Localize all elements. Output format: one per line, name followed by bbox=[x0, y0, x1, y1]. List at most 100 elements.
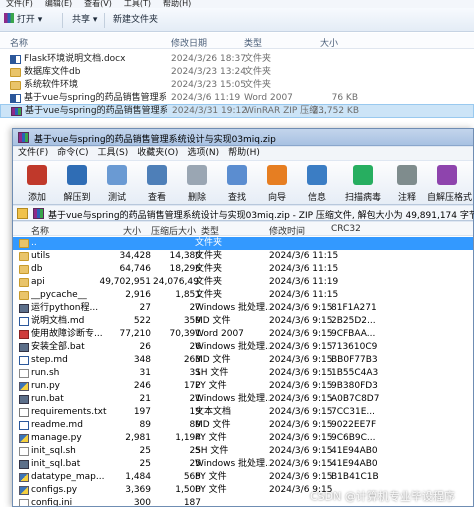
file-row[interactable]: 系统软件环境 2024/3/23 15:05 文件夹 bbox=[0, 79, 474, 92]
cell-packed: 26 bbox=[189, 342, 201, 352]
menu-commands[interactable]: 命令(C) bbox=[52, 147, 92, 160]
bat-icon bbox=[19, 395, 29, 404]
table-row[interactable]: manage.py 2,981 1,194 PY 文件 2024/3/6 9:15 9C6… bbox=[13, 432, 473, 445]
cell-crc: 9022EE7F bbox=[331, 420, 377, 430]
table-row[interactable]: api 49,702,951 24,076,497 文件夹 2024/3/6 11:19 bbox=[13, 276, 473, 289]
col-name[interactable]: 名称 bbox=[10, 36, 28, 49]
cell-packed: 1,851 bbox=[175, 290, 201, 300]
view-button[interactable]: 查看 bbox=[137, 163, 177, 203]
col-packed[interactable]: 压缩后大小 bbox=[151, 224, 196, 237]
open-button[interactable]: 打开 ▾ bbox=[4, 13, 42, 28]
menu-file[interactable]: 文件(F) bbox=[0, 0, 39, 8]
cell-packed: 1,500 bbox=[175, 485, 201, 495]
table-row-selected[interactable]: .. 文件夹 bbox=[13, 237, 473, 250]
test-button[interactable]: 测试 bbox=[97, 163, 137, 203]
cell-packed: 172 bbox=[183, 381, 201, 391]
col-type[interactable]: 类型 bbox=[201, 224, 219, 237]
tool-label: 信息 bbox=[307, 193, 326, 203]
col-modified[interactable]: 修改时间 bbox=[269, 224, 305, 237]
sfx-button[interactable]: 自解压格式 bbox=[427, 163, 473, 203]
menu-file[interactable]: 文件(F) bbox=[13, 147, 52, 160]
add-button[interactable]: 添加 bbox=[17, 163, 57, 203]
toolbar-divider bbox=[104, 13, 105, 28]
comment-button[interactable]: 注释 bbox=[387, 163, 427, 203]
table-row[interactable]: run.sh 31 31 SH 文件 2024/3/6 9:15 1B55C4A3 bbox=[13, 367, 473, 380]
menu-options[interactable]: 选项(N) bbox=[182, 147, 223, 160]
list-header: 名称 大小 压缩后大小 类型 修改时间 CRC32 bbox=[13, 222, 473, 237]
folder-icon bbox=[19, 265, 29, 274]
delete-button[interactable]: 删除 bbox=[177, 163, 217, 203]
file-icon bbox=[19, 447, 29, 456]
cell-crc: BB0F77B3 bbox=[331, 355, 378, 365]
col-crc[interactable]: CRC32 bbox=[331, 224, 361, 234]
table-row[interactable]: db 64,746 18,296 文件夹 2024/3/6 11:15 bbox=[13, 263, 473, 276]
table-row[interactable]: run.bat 21 21 Windows 批处理... 2024/3/6 9:15 A0… bbox=[13, 393, 473, 406]
winrar-icon bbox=[18, 132, 29, 143]
cell-packed: 14,380 bbox=[169, 251, 202, 261]
file-type: 文件夹 bbox=[244, 80, 272, 90]
up-folder-icon[interactable] bbox=[17, 208, 28, 219]
cell-packed: 25 bbox=[189, 446, 201, 456]
table-row[interactable]: utils 34,428 14,380 文件夹 2024/3/6 11:15 bbox=[13, 250, 473, 263]
py-icon bbox=[19, 473, 29, 482]
tool-label: 自解压格式 bbox=[427, 193, 473, 203]
file-row-selected[interactable]: 基于vue与spring的药品销售管理系统设... 2024/3/31 19:1… bbox=[0, 104, 474, 118]
chevron-down-icon: ▾ bbox=[92, 15, 98, 25]
file-row[interactable]: Flask环境说明文档.docx 2024/3/26 18:37 文件夹 bbox=[0, 53, 474, 66]
wizard-button[interactable]: 向导 bbox=[257, 163, 297, 203]
menu-favorites[interactable]: 收藏夹(O) bbox=[132, 147, 182, 160]
table-row[interactable]: step.md 348 263 MD 文件 2024/3/6 9:15 BB0F77B3 bbox=[13, 354, 473, 367]
delete-icon bbox=[187, 165, 207, 185]
menu-edit[interactable]: 编辑(E) bbox=[39, 0, 78, 8]
cell-type: 文件夹 bbox=[195, 290, 223, 300]
menu-tools[interactable]: 工具(S) bbox=[93, 147, 133, 160]
table-row[interactable]: init_sql.bat 25 25 Windows 批处理... 2024/3/6 9… bbox=[13, 458, 473, 471]
cell-size: 34,428 bbox=[119, 251, 152, 261]
file-row[interactable]: 数据库文件db 2024/3/23 13:24 文件夹 bbox=[0, 66, 474, 79]
menu-tools[interactable]: 工具(T) bbox=[118, 0, 157, 8]
cell-modified: 2024/3/6 11:15 bbox=[269, 264, 339, 274]
table-row[interactable]: 运行python程... 27 27 Windows 批处理... 2024/3/6 9… bbox=[13, 302, 473, 315]
col-size[interactable]: 大小 bbox=[123, 224, 141, 237]
table-row[interactable]: requirements.txt 197 19 文本文档 2024/3/6 9:15 7C… bbox=[13, 406, 473, 419]
table-row[interactable]: 安装全部.bat 26 26 Windows 批处理... 2024/3/6 9:15 7… bbox=[13, 341, 473, 354]
info-button[interactable]: 信息 bbox=[297, 163, 337, 203]
file-name: Flask环境说明文档.docx bbox=[24, 54, 126, 64]
table-row[interactable]: __pycache__ 2,916 1,851 文件夹 2024/3/6 11:15 bbox=[13, 289, 473, 302]
cell-size: 27 bbox=[139, 303, 151, 313]
menu-help[interactable]: 帮助(H) bbox=[157, 0, 197, 8]
table-row[interactable]: run.py 246 172 PY 文件 2024/3/6 9:15 9B380FD3 bbox=[13, 380, 473, 393]
rar-icon bbox=[11, 107, 22, 116]
find-button[interactable]: 查找 bbox=[217, 163, 257, 203]
cell-crc: 41E94AB0 bbox=[331, 459, 378, 469]
col-name[interactable]: 名称 bbox=[31, 224, 49, 237]
col-size[interactable]: 大小 bbox=[320, 36, 338, 49]
table-row[interactable]: readme.md 89 89 MD 文件 2024/3/6 9:15 9022EE7F bbox=[13, 419, 473, 432]
bat-icon bbox=[19, 304, 29, 313]
app-icon bbox=[19, 330, 29, 339]
cell-packed: 25 bbox=[189, 459, 201, 469]
new-folder-button[interactable]: 新建文件夹 bbox=[113, 13, 158, 28]
cell-type: PY 文件 bbox=[195, 472, 227, 482]
col-date[interactable]: 修改日期 bbox=[171, 36, 207, 49]
winrar-titlebar[interactable]: 基于vue与spring的药品销售管理系统设计与实现03miq.zip bbox=[13, 129, 473, 146]
virus-scan-button[interactable]: 扫描病毒 bbox=[343, 163, 383, 203]
menu-help[interactable]: 帮助(H) bbox=[223, 147, 264, 160]
share-button[interactable]: 共享 ▾ bbox=[72, 13, 97, 28]
table-row[interactable]: 说明文档.md 522 359 MD 文件 2024/3/6 9:15 2B25D2... bbox=[13, 315, 473, 328]
file-icon bbox=[19, 499, 29, 506]
view-icon bbox=[147, 165, 167, 185]
table-row[interactable]: datatype_map... 1,484 565 PY 文件 2024/3/6 9:1… bbox=[13, 471, 473, 484]
table-row[interactable]: 使用故障诊断专... 77,210 70,391 Word 2007 2024/3/6 … bbox=[13, 328, 473, 341]
archive-icon bbox=[33, 208, 44, 219]
extract-button[interactable]: 解压到 bbox=[57, 163, 97, 203]
menu-view[interactable]: 查看(V) bbox=[78, 0, 118, 8]
file-date: 2024/3/26 18:37 bbox=[171, 54, 246, 64]
cell-type: PY 文件 bbox=[195, 433, 227, 443]
add-icon bbox=[27, 165, 47, 185]
cell-type: PY 文件 bbox=[195, 485, 227, 495]
table-row[interactable]: init_sql.sh 25 25 SH 文件 2024/3/6 9:15 41E94AB… bbox=[13, 445, 473, 458]
find-icon bbox=[227, 165, 247, 185]
col-type[interactable]: 类型 bbox=[244, 36, 262, 49]
cell-packed: 89 bbox=[189, 420, 201, 430]
